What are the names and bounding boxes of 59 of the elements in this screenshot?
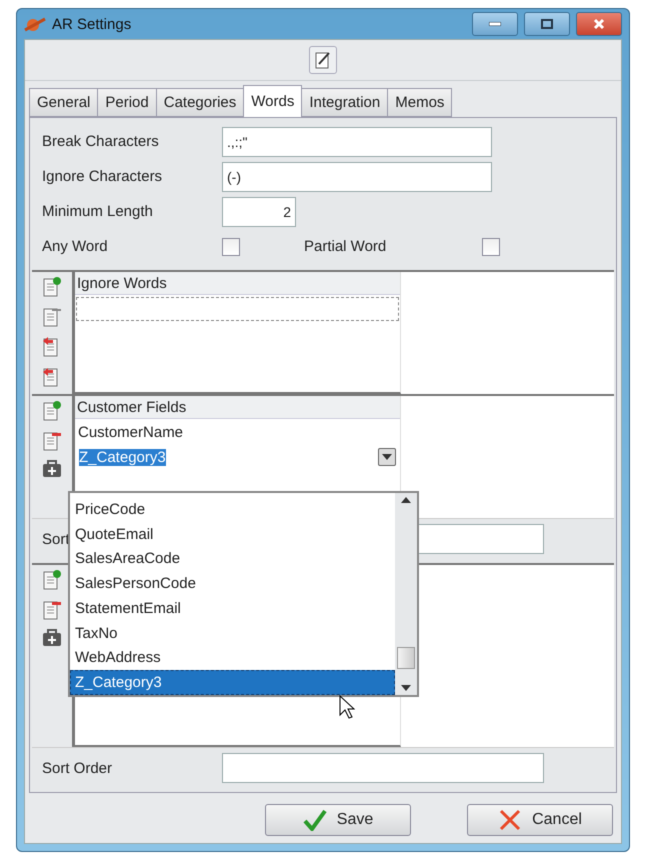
cancel-button[interactable]: Cancel [467,804,613,836]
input-field[interactable]: .,:;" [222,126,492,156]
list-item[interactable]: StatementEmail [70,596,395,621]
tab[interactable]: Period [97,88,157,117]
tab[interactable]: Memos [387,88,452,117]
field-label: Sort Order [41,760,114,776]
minimize-icon [489,22,501,26]
field-label: Sort [41,530,71,548]
add-row-icon[interactable] [42,569,62,591]
combo-box[interactable]: Z_Category3 [75,445,400,469]
close-button[interactable] [576,12,622,36]
scroll-up-icon[interactable] [401,497,411,503]
maximize-button[interactable] [524,12,570,36]
list-item[interactable]: PriceCode [70,497,395,522]
list-item[interactable]: TaxNo [70,620,395,646]
scroll-thumb[interactable] [397,647,415,669]
list-item[interactable]: WebAddress [70,646,395,670]
scroll-down-icon[interactable] [382,454,392,460]
list-item[interactable]: Z_Category3 [70,670,395,695]
cross-icon [498,808,522,832]
list-item[interactable]: SalesPersonCode [70,571,395,596]
column-header: Customer Fields [75,396,400,419]
app-icon [24,16,46,32]
save-button[interactable]: Save [265,804,411,836]
field-label: Ignore Characters [41,168,164,185]
column-header: Ignore Words [75,272,400,295]
scroll-down-icon[interactable] [401,685,411,691]
input-field[interactable]: (-) [222,162,492,192]
list-item[interactable]: SalesAreaCode [70,546,395,572]
checkmark-icon [302,809,327,831]
field-label: Break Characters [41,133,160,150]
table-cell[interactable]: CustomerName [75,419,400,445]
input-field[interactable] [76,297,399,321]
field-label: Partial Word [303,238,388,255]
checkbox[interactable] [222,238,240,256]
remove-row-icon[interactable] [42,430,62,452]
minimize-button[interactable] [472,12,518,36]
briefcase-icon[interactable] [42,629,62,647]
window-title: AR Settings [52,16,132,32]
tab[interactable]: Words [243,85,302,117]
list-item[interactable]: QuoteEmail [70,522,395,546]
add-row-icon[interactable] [42,400,62,422]
edit-button[interactable] [309,46,337,74]
scrollbar[interactable] [395,493,417,695]
add-row-icon[interactable] [42,276,62,298]
briefcase-icon[interactable] [42,460,62,478]
close-icon [593,18,605,30]
checkbox[interactable] [482,238,500,256]
maximize-icon [541,19,553,29]
tab[interactable]: Integration [301,88,388,117]
tab[interactable]: Categories [156,88,244,117]
field-label: Any Word [41,238,109,255]
tab[interactable]: General [29,88,98,117]
remove-row-icon[interactable] [42,599,62,621]
field-label: Minimum Length [41,203,154,220]
input-field[interactable] [222,753,544,783]
input-field[interactable]: 2 [222,196,296,226]
document-icon[interactable] [42,306,62,328]
edit-icon [315,51,331,69]
